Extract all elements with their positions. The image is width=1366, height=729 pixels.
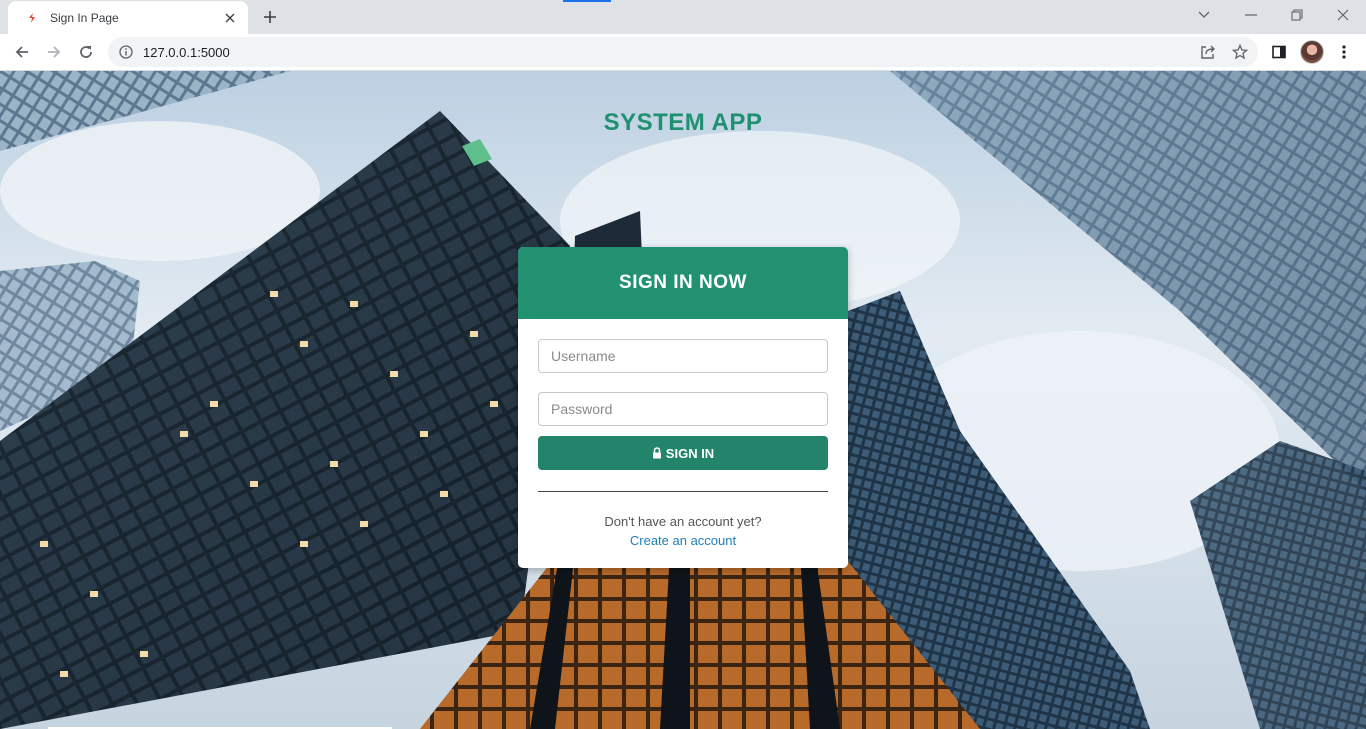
window-close-icon[interactable] <box>1320 0 1366 30</box>
back-icon[interactable] <box>8 38 36 66</box>
password-input[interactable] <box>538 392 828 426</box>
username-input[interactable] <box>538 339 828 373</box>
tab-indicator <box>563 0 611 2</box>
signin-card: SIGN IN NOW SIGN IN Don't have an accoun… <box>518 247 848 568</box>
share-icon[interactable] <box>1194 38 1222 66</box>
divider <box>538 491 828 492</box>
chevron-down-icon[interactable] <box>1181 0 1227 30</box>
browser-tab[interactable]: Sign In Page <box>8 1 248 34</box>
page-background: SYSTEM APP SIGN IN NOW SIGN IN Don't hav… <box>0 71 1366 729</box>
no-account-text: Don't have an account yet? <box>604 514 762 529</box>
plus-icon[interactable] <box>258 6 282 28</box>
address-bar[interactable]: 127.0.0.1:5000 <box>108 37 1258 67</box>
signin-label: SIGN IN <box>665 445 715 461</box>
url-text: 127.0.0.1:5000 <box>143 44 230 60</box>
signin-button[interactable]: SIGN IN <box>538 436 828 470</box>
app-title: SYSTEM APP <box>603 109 763 136</box>
browser-toolbar: 127.0.0.1:5000 <box>0 34 1366 71</box>
create-account-link[interactable]: Create an account <box>538 533 828 548</box>
sidepanel-icon[interactable] <box>1265 38 1293 66</box>
menu-icon[interactable] <box>1330 38 1358 66</box>
browser-tabbar: Sign In Page <box>0 0 1366 34</box>
close-icon[interactable] <box>222 10 238 26</box>
lock-icon <box>652 447 663 459</box>
forward-icon[interactable] <box>40 38 68 66</box>
card-body: SIGN IN Don't have an account yet? Creat… <box>518 319 848 548</box>
tab-title: Sign In Page <box>50 10 119 25</box>
card-header: SIGN IN NOW <box>518 247 848 319</box>
star-icon[interactable] <box>1226 38 1254 66</box>
reload-icon[interactable] <box>72 38 100 66</box>
minimize-icon[interactable] <box>1228 0 1274 30</box>
restore-icon[interactable] <box>1274 0 1320 30</box>
favicon-icon <box>24 10 40 26</box>
avatar[interactable] <box>1300 40 1324 64</box>
info-icon[interactable] <box>118 44 134 60</box>
